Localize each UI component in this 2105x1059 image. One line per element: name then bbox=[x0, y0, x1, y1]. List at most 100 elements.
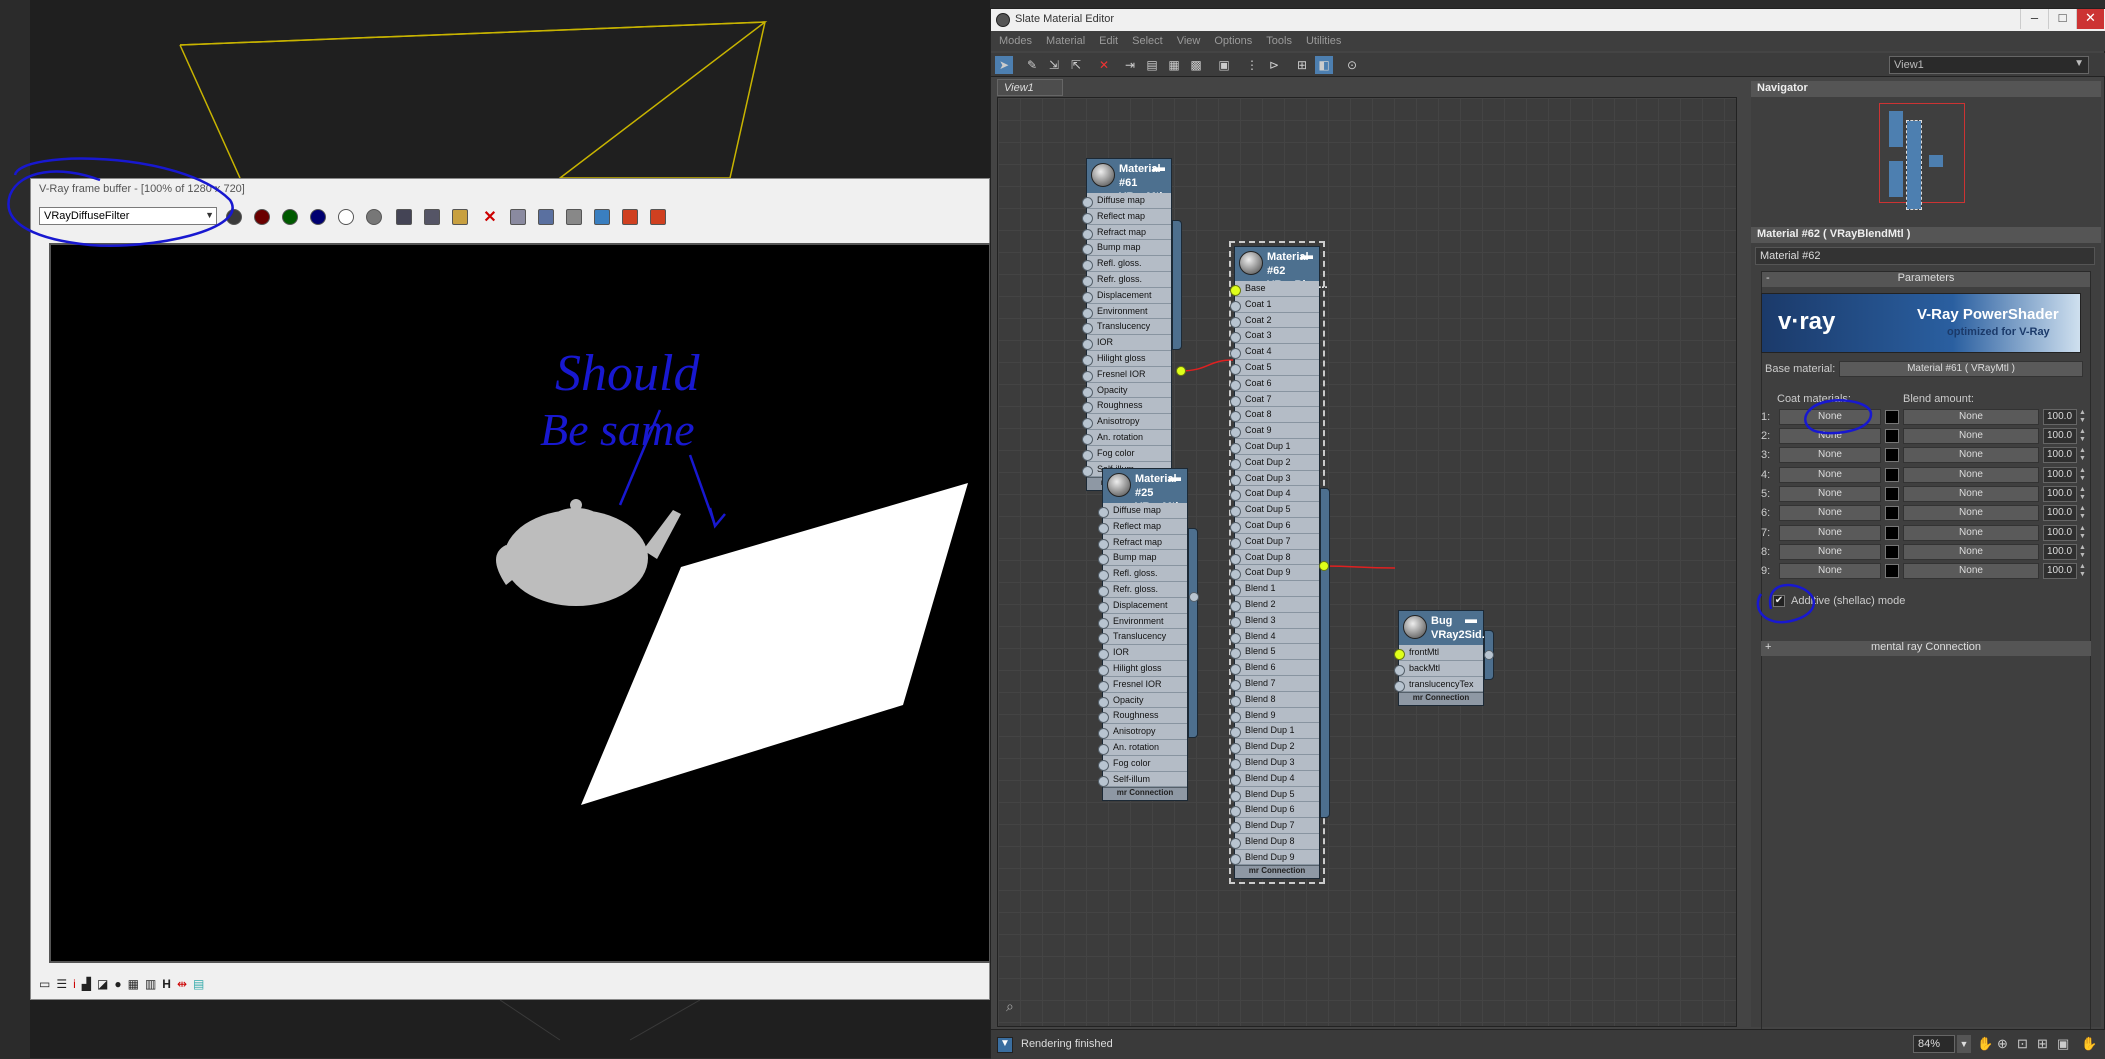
blue-channel-button[interactable] bbox=[307, 206, 329, 228]
output-socket[interactable] bbox=[1484, 650, 1494, 660]
menu-select[interactable]: Select bbox=[1132, 35, 1163, 47]
rgb-channel-button[interactable] bbox=[223, 206, 245, 228]
slot[interactable]: translucencyTex bbox=[1394, 676, 1483, 693]
slot[interactable]: Diffuse map bbox=[1098, 503, 1187, 519]
color-swatch[interactable] bbox=[1885, 468, 1899, 482]
alpha-channel-button[interactable] bbox=[335, 206, 357, 228]
slot[interactable]: Translucency bbox=[1082, 319, 1171, 336]
slot[interactable]: Refr. gloss. bbox=[1082, 271, 1171, 288]
slot[interactable]: Fresnel IOR bbox=[1082, 366, 1171, 383]
slot[interactable]: Fog color bbox=[1082, 445, 1171, 462]
spinner-arrows-icon[interactable]: ▲ ▼ bbox=[2079, 467, 2087, 483]
menu-tools[interactable]: Tools bbox=[1266, 35, 1292, 47]
slot[interactable]: Blend Dup 1 bbox=[1230, 723, 1319, 740]
view-select[interactable]: View1 ▼ bbox=[1889, 56, 2089, 74]
slot[interactable]: Blend 9 bbox=[1230, 707, 1319, 724]
amount-spinner[interactable]: 100.0 bbox=[2043, 409, 2077, 425]
layout-children-button[interactable]: ⊳ bbox=[1265, 56, 1283, 74]
slot[interactable]: Coat Dup 8 bbox=[1230, 549, 1319, 566]
blend-button[interactable]: None bbox=[1903, 525, 2039, 541]
node-material-25[interactable]: Material #25 VRayMtl ▬ Diffuse map Refle… bbox=[1098, 468, 1188, 802]
pan-icon[interactable]: ✋ bbox=[1977, 1036, 1993, 1052]
slot[interactable]: An. rotation bbox=[1082, 429, 1171, 446]
slot[interactable]: Blend 1 bbox=[1230, 581, 1319, 597]
coat-button[interactable]: None bbox=[1779, 486, 1881, 502]
node-material-62[interactable]: Material #62 VRayBlen... ▬ Base Coat 1 C… bbox=[1229, 240, 1328, 885]
select-tool-button[interactable]: ➤ bbox=[995, 56, 1013, 74]
color-swatch[interactable] bbox=[1885, 506, 1899, 520]
slot[interactable]: Coat Dup 6 bbox=[1230, 517, 1319, 534]
pixel-aspect-icon[interactable]: ⇹ bbox=[177, 977, 187, 993]
amount-spinner[interactable]: 100.0 bbox=[2043, 447, 2077, 463]
slot[interactable]: Coat 2 bbox=[1230, 312, 1319, 329]
slot[interactable]: An. rotation bbox=[1098, 739, 1187, 756]
select-by-material-button[interactable]: ⊙ bbox=[1343, 56, 1361, 74]
binoculars-icon[interactable]: ⌕ bbox=[1006, 998, 1014, 1015]
slot[interactable]: Anisotropy bbox=[1082, 414, 1171, 430]
red-channel-button[interactable] bbox=[251, 206, 273, 228]
slot[interactable]: Blend Dup 6 bbox=[1230, 802, 1319, 819]
slot[interactable]: Blend Dup 2 bbox=[1230, 739, 1319, 755]
slot[interactable]: Translucency bbox=[1098, 629, 1187, 646]
layout-all-button[interactable]: ▣ bbox=[1215, 56, 1233, 74]
slot[interactable]: Blend Dup 8 bbox=[1230, 833, 1319, 850]
link-button[interactable] bbox=[591, 206, 613, 228]
slot[interactable]: IOR bbox=[1082, 335, 1171, 351]
slot[interactable]: Refl. gloss. bbox=[1098, 566, 1187, 582]
save-all-button[interactable] bbox=[421, 206, 443, 228]
mental-ray-rollout-header[interactable]: + mental ray Connection bbox=[1761, 641, 2091, 656]
minimize-icon[interactable]: ▬ bbox=[1301, 248, 1313, 262]
pick-material-button[interactable]: ✎ bbox=[1023, 56, 1041, 74]
additive-mode-checkbox[interactable]: ✔ bbox=[1773, 595, 1785, 607]
slate-material-editor-window[interactable]: Slate Material Editor – □ ✕ Modes Materi… bbox=[990, 8, 2105, 1059]
slot[interactable]: Bump map bbox=[1082, 240, 1171, 257]
slot[interactable]: Hilight gloss bbox=[1082, 350, 1171, 367]
menu-view[interactable]: View bbox=[1177, 35, 1201, 47]
slot[interactable]: Coat Dup 1 bbox=[1230, 438, 1319, 455]
region-render-button[interactable] bbox=[535, 206, 557, 228]
amount-spinner[interactable]: 100.0 bbox=[2043, 505, 2077, 521]
slot[interactable]: Refr. gloss. bbox=[1098, 581, 1187, 598]
render-button[interactable] bbox=[563, 206, 585, 228]
slot[interactable]: Hilight gloss bbox=[1098, 660, 1187, 677]
slot[interactable]: Fog color bbox=[1098, 755, 1187, 772]
coat-button[interactable]: None bbox=[1779, 505, 1881, 521]
color-swatch[interactable] bbox=[1885, 487, 1899, 501]
coat-button[interactable]: None bbox=[1779, 447, 1881, 463]
ab-compare-b-button[interactable] bbox=[647, 206, 669, 228]
navigator-toggle-button[interactable]: ◧ bbox=[1315, 56, 1333, 74]
slot[interactable]: Blend 5 bbox=[1230, 644, 1319, 661]
slot[interactable]: Coat Dup 3 bbox=[1230, 470, 1319, 487]
info-icon[interactable]: i bbox=[73, 977, 76, 993]
slot-base[interactable]: Base bbox=[1230, 281, 1319, 297]
curve-icon[interactable]: ◪ bbox=[97, 977, 108, 993]
slot[interactable]: Coat Dup 5 bbox=[1230, 502, 1319, 518]
color-swatch[interactable] bbox=[1885, 429, 1899, 443]
amount-spinner[interactable]: 100.0 bbox=[2043, 544, 2077, 560]
pan-selected-icon[interactable]: ✋ bbox=[2081, 1036, 2097, 1052]
clear-image-button[interactable]: ✕ bbox=[479, 206, 501, 228]
blend-button[interactable]: None bbox=[1903, 505, 2039, 521]
slot[interactable]: Coat 1 bbox=[1230, 296, 1319, 313]
list-icon[interactable]: ☰ bbox=[56, 977, 67, 993]
slot[interactable]: Blend Dup 4 bbox=[1230, 770, 1319, 787]
slot[interactable]: Displacement bbox=[1098, 597, 1187, 614]
slot[interactable]: Refract map bbox=[1098, 534, 1187, 551]
spinner-arrows-icon[interactable]: ▲ ▼ bbox=[2079, 486, 2087, 502]
slot[interactable]: Coat 8 bbox=[1230, 407, 1319, 424]
zoom-extents-icon[interactable]: ⊞ bbox=[2037, 1036, 2048, 1052]
chevron-down-icon[interactable]: ▼ bbox=[205, 210, 214, 220]
display-icon[interactable]: ▭ bbox=[39, 977, 50, 993]
slot[interactable]: Environment bbox=[1098, 613, 1187, 630]
track-mouse-button[interactable] bbox=[507, 206, 529, 228]
blend-button[interactable]: None bbox=[1903, 428, 2039, 444]
slot[interactable]: Coat 7 bbox=[1230, 391, 1319, 408]
spinner-arrows-icon[interactable]: ▲ ▼ bbox=[2079, 525, 2087, 541]
zoom-selected-icon[interactable]: ▣ bbox=[2057, 1036, 2069, 1052]
coat-button[interactable]: None bbox=[1779, 467, 1881, 483]
color-swatch[interactable] bbox=[1885, 410, 1899, 424]
vray-frame-buffer-window[interactable]: V-Ray frame buffer - [100% of 1280 x 720… bbox=[30, 178, 991, 1000]
slot[interactable]: Blend 7 bbox=[1230, 675, 1319, 692]
base-material-button[interactable]: Material #61 ( VRayMtl ) bbox=[1839, 361, 2083, 377]
node-canvas[interactable]: Material #61 VRayMtl ▬ Diffuse map Refle… bbox=[997, 97, 1737, 1027]
